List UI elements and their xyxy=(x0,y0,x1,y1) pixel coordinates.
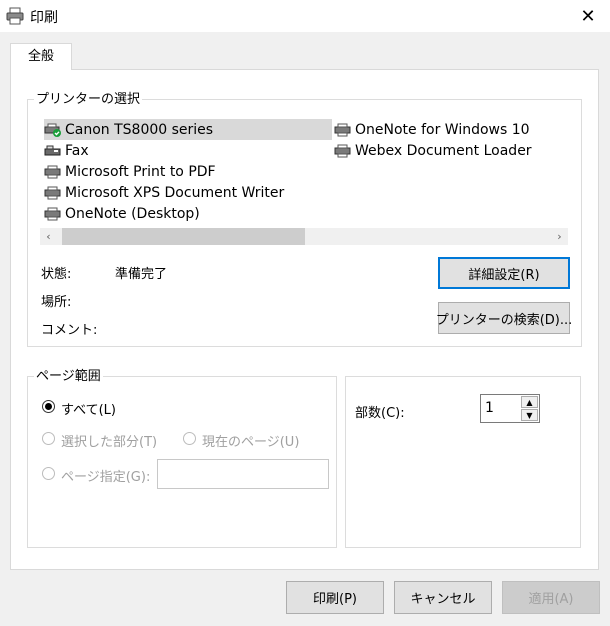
window-title: 印刷 xyxy=(30,10,58,26)
selection-label[interactable]: 選択した部分(T) xyxy=(61,431,157,450)
printer-item-canon[interactable]: Canon TS8000 series xyxy=(44,119,332,140)
printer-item-pdf[interactable]: Microsoft Print to PDF xyxy=(44,161,216,182)
apply-button[interactable]: 適用(A) xyxy=(502,581,600,614)
close-icon: ✕ xyxy=(580,5,596,27)
comment-label: コメント: xyxy=(41,323,98,338)
printer-item-xps[interactable]: Microsoft XPS Document Writer xyxy=(44,182,284,203)
printer-item-fax[interactable]: Fax xyxy=(44,140,89,161)
close-button[interactable]: ✕ xyxy=(566,0,610,32)
find-printer-button[interactable]: プリンターの検索(D)... xyxy=(436,302,572,334)
scroll-left-icon[interactable]: ‹ xyxy=(40,228,57,245)
printer-select-label: プリンターの選択 xyxy=(34,92,143,107)
tab-general[interactable]: 全般 xyxy=(10,43,72,70)
default-printer-icon xyxy=(44,123,61,137)
printer-icon xyxy=(334,123,351,136)
scrollbar-thumb[interactable] xyxy=(62,228,305,245)
scroll-right-icon[interactable]: › xyxy=(551,228,568,245)
page-numbers-radio[interactable] xyxy=(42,467,55,480)
status-label: 状態: xyxy=(41,267,72,282)
printer-name: Webex Document Loader xyxy=(355,142,532,159)
all-pages-radio[interactable] xyxy=(42,400,55,413)
copies-label: 部数(C): xyxy=(355,406,405,421)
printer-list[interactable]: Canon TS8000 series Fax Microsoft Print … xyxy=(44,119,574,227)
printer-name: OneNote for Windows 10 xyxy=(355,121,530,138)
printer-name: Canon TS8000 series xyxy=(65,121,214,138)
selection-radio[interactable] xyxy=(42,432,55,445)
printer-icon xyxy=(44,186,61,199)
printer-name: Fax xyxy=(65,142,89,159)
printer-name: Microsoft Print to PDF xyxy=(65,163,216,180)
cancel-button[interactable]: キャンセル xyxy=(394,581,492,614)
page-numbers-input[interactable] xyxy=(157,459,329,489)
page-numbers-label[interactable]: ページ指定(G): xyxy=(61,466,150,485)
printer-item-onenote-win10[interactable]: OneNote for Windows 10 xyxy=(334,119,530,140)
printer-icon xyxy=(44,207,61,220)
printer-list-scrollbar[interactable]: ‹ › xyxy=(40,228,568,245)
copies-spin-down[interactable]: ▼ xyxy=(521,409,538,421)
fax-icon xyxy=(44,145,61,155)
printer-icon xyxy=(6,7,24,25)
title-bar xyxy=(0,0,610,32)
copies-spin-up[interactable]: ▲ xyxy=(521,396,538,408)
copies-value: 1 xyxy=(485,400,494,416)
print-button[interactable]: 印刷(P) xyxy=(286,581,384,614)
preferences-button[interactable]: 詳細設定(R) xyxy=(438,257,570,289)
status-value: 準備完了 xyxy=(115,267,168,282)
printer-item-onenote-desktop[interactable]: OneNote (Desktop) xyxy=(44,203,200,224)
spin-down-icon: ▼ xyxy=(526,410,533,420)
printer-name: Microsoft XPS Document Writer xyxy=(65,184,285,201)
printer-icon xyxy=(44,165,61,178)
all-pages-label[interactable]: すべて(L) xyxy=(61,399,116,418)
printer-icon xyxy=(334,144,351,157)
printer-name: OneNote (Desktop) xyxy=(65,205,200,222)
spin-up-icon: ▲ xyxy=(526,397,533,407)
current-page-label[interactable]: 現在のページ(U) xyxy=(202,431,299,450)
printer-item-webex[interactable]: Webex Document Loader xyxy=(334,140,532,161)
current-page-radio[interactable] xyxy=(183,432,196,445)
location-label: 場所: xyxy=(41,295,72,310)
page-range-label: ページ範囲 xyxy=(34,369,103,384)
